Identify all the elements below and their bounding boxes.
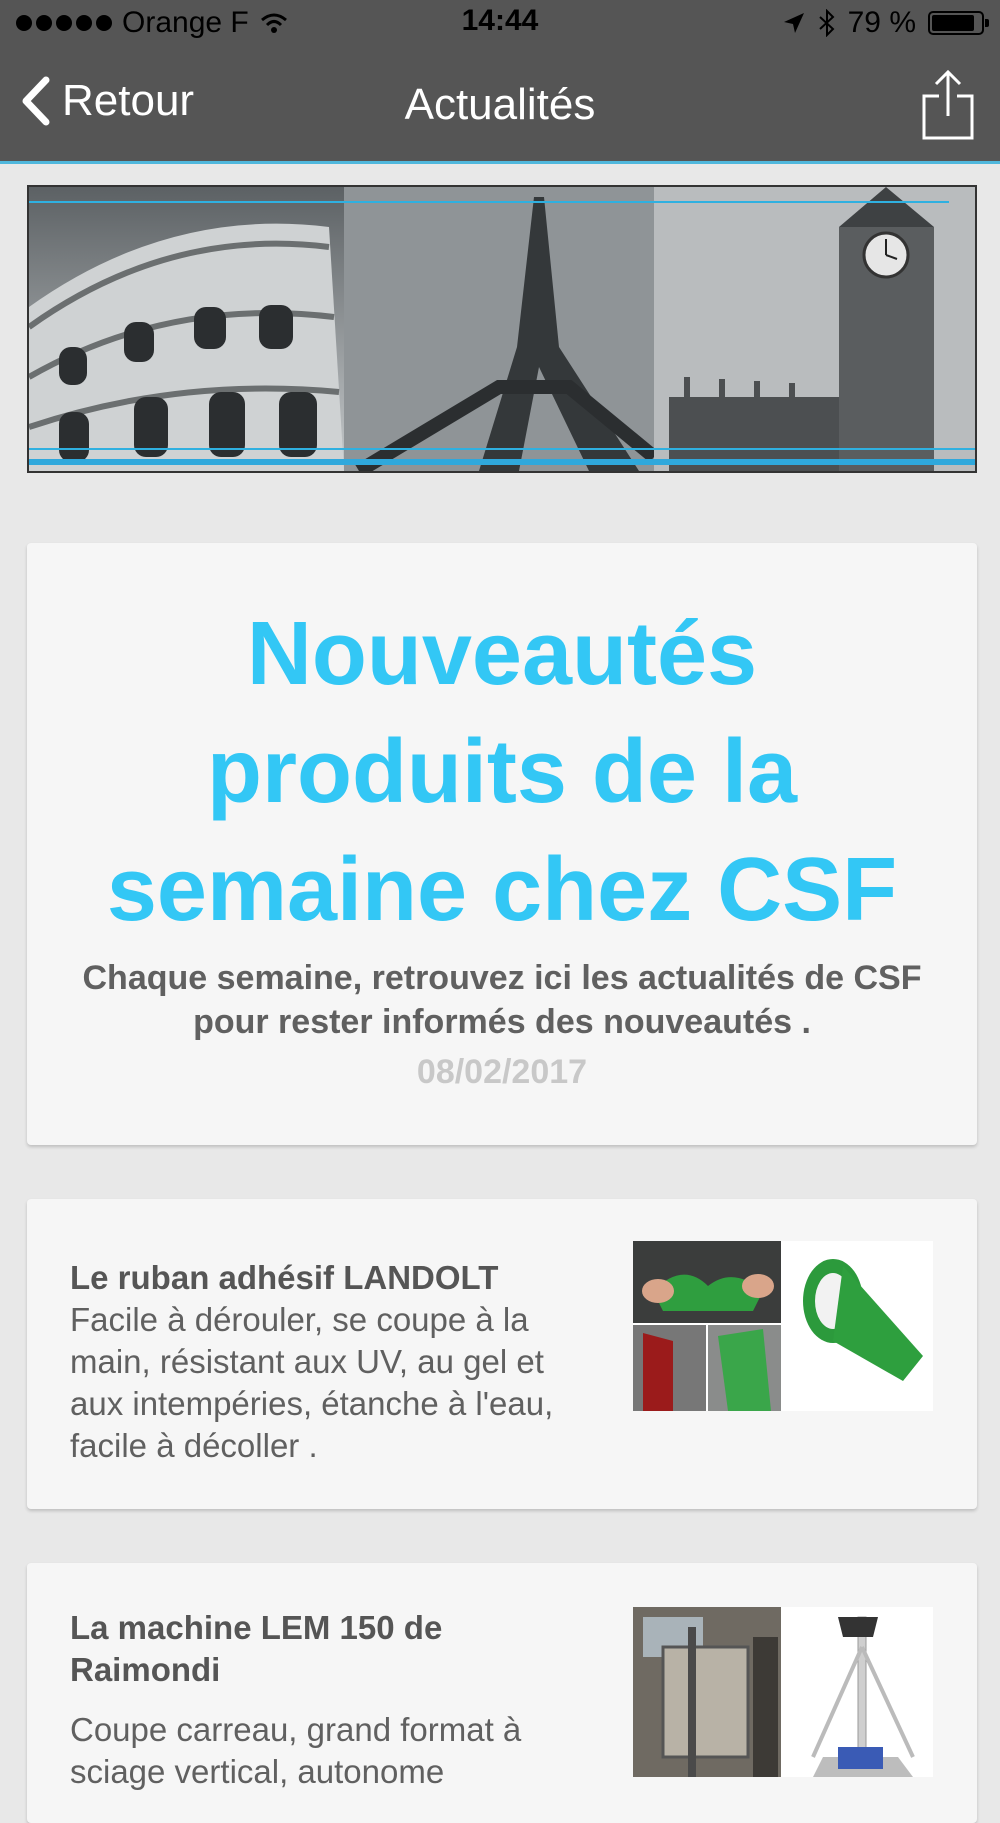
status-bar: Orange F 14:44 79 %: [0, 0, 1000, 46]
status-right: 79 %: [782, 6, 989, 40]
news-item[interactable]: Le ruban adhésif LANDOLT Facile à déroul…: [27, 1199, 977, 1509]
nav-bar: Retour Actualités: [0, 46, 1000, 164]
page-title: Actualités: [404, 80, 596, 129]
bluetooth-icon: [818, 9, 835, 37]
machine-product-image: [633, 1607, 933, 1777]
location-arrow-icon: [783, 13, 804, 33]
headline-title: Nouveautés produits de la semaine chez C…: [106, 604, 898, 940]
tape-product-image: [633, 1241, 933, 1411]
news-text: Coupe carreau, grand format à sciage ver…: [70, 1711, 522, 1790]
headline-card: Nouveautés produits de la semaine chez C…: [27, 543, 977, 1145]
news-item[interactable]: La machine LEM 150 de Raimondi Coupe car…: [27, 1563, 977, 1823]
battery-percent: 79 %: [847, 6, 916, 39]
share-icon[interactable]: [920, 68, 976, 140]
landmarks-illustration: [29, 187, 975, 471]
headline-date: 08/02/2017: [416, 1053, 588, 1091]
headline-description: Chaque semaine, retrouvez ici les actual…: [82, 959, 922, 1041]
battery-icon: [928, 11, 989, 35]
news-text: Facile à dérouler, se coupe à la main, r…: [70, 1301, 554, 1464]
news-title: Le ruban adhésif LANDOLT: [70, 1259, 499, 1296]
banner-image: [27, 185, 977, 473]
news-title: La machine LEM 150 de Raimondi: [70, 1609, 443, 1688]
